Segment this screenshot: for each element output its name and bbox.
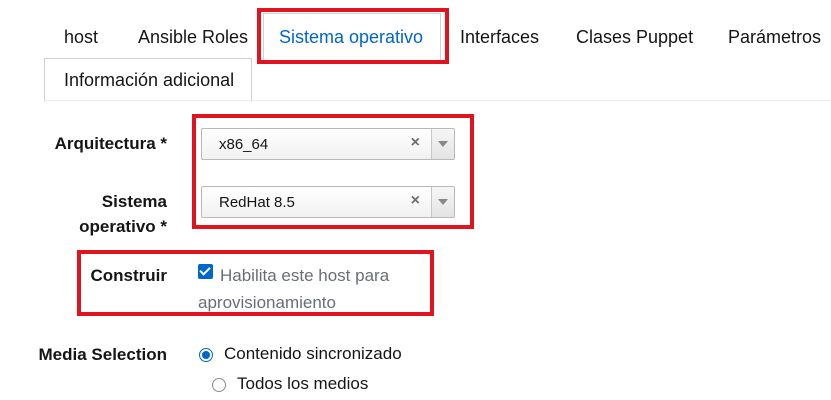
tab-informacion-adicional[interactable]: Información adicional <box>64 70 234 91</box>
tab-bar: host Ansible Roles Sistema operativo Int… <box>0 0 831 102</box>
radio-todos-los-medios-label[interactable]: Todos los medios <box>237 374 368 394</box>
construir-label: Construir <box>90 266 168 285</box>
sistema-operativo-select[interactable]: RedHat 8.5 × <box>201 186 455 218</box>
clear-icon[interactable]: × <box>411 134 420 152</box>
tab-host[interactable]: host <box>64 27 98 48</box>
tab-interfaces[interactable]: Interfaces <box>460 27 539 48</box>
arquitectura-select[interactable]: x86_64 × <box>201 128 455 160</box>
sistema-operativo-label-line2: operativo * <box>79 217 167 236</box>
caret-down-icon <box>438 141 448 147</box>
sistema-operativo-value: RedHat 8.5 <box>219 194 295 211</box>
radio-todos-los-medios[interactable] <box>212 378 226 392</box>
media-selection-label: Media Selection <box>38 345 167 364</box>
arquitectura-label: Arquitectura * <box>54 134 167 153</box>
sistema-operativo-label: Sistema operativo * <box>30 189 167 239</box>
dropdown-toggle[interactable] <box>431 129 454 159</box>
tab-clases-puppet[interactable]: Clases Puppet <box>576 27 693 48</box>
tab-ansible-roles[interactable]: Ansible Roles <box>138 27 248 48</box>
dropdown-toggle[interactable] <box>431 187 454 217</box>
tab-parametros[interactable]: Parámetros <box>728 27 821 48</box>
tab-sistema-operativo[interactable]: Sistema operativo <box>279 27 423 48</box>
clear-icon[interactable]: × <box>411 192 420 210</box>
construir-checkbox-text[interactable]: Habilita este host para aprovisionamient… <box>198 262 413 316</box>
radio-contenido-sincronizado[interactable] <box>199 348 213 362</box>
caret-down-icon <box>438 199 448 205</box>
arquitectura-value: x86_64 <box>219 136 269 153</box>
sistema-operativo-label-line1: Sistema <box>101 192 167 211</box>
tab-bar-divider <box>44 100 831 101</box>
radio-contenido-sincronizado-label[interactable]: Contenido sincronizado <box>224 344 402 364</box>
construir-checkbox[interactable] <box>198 264 213 279</box>
